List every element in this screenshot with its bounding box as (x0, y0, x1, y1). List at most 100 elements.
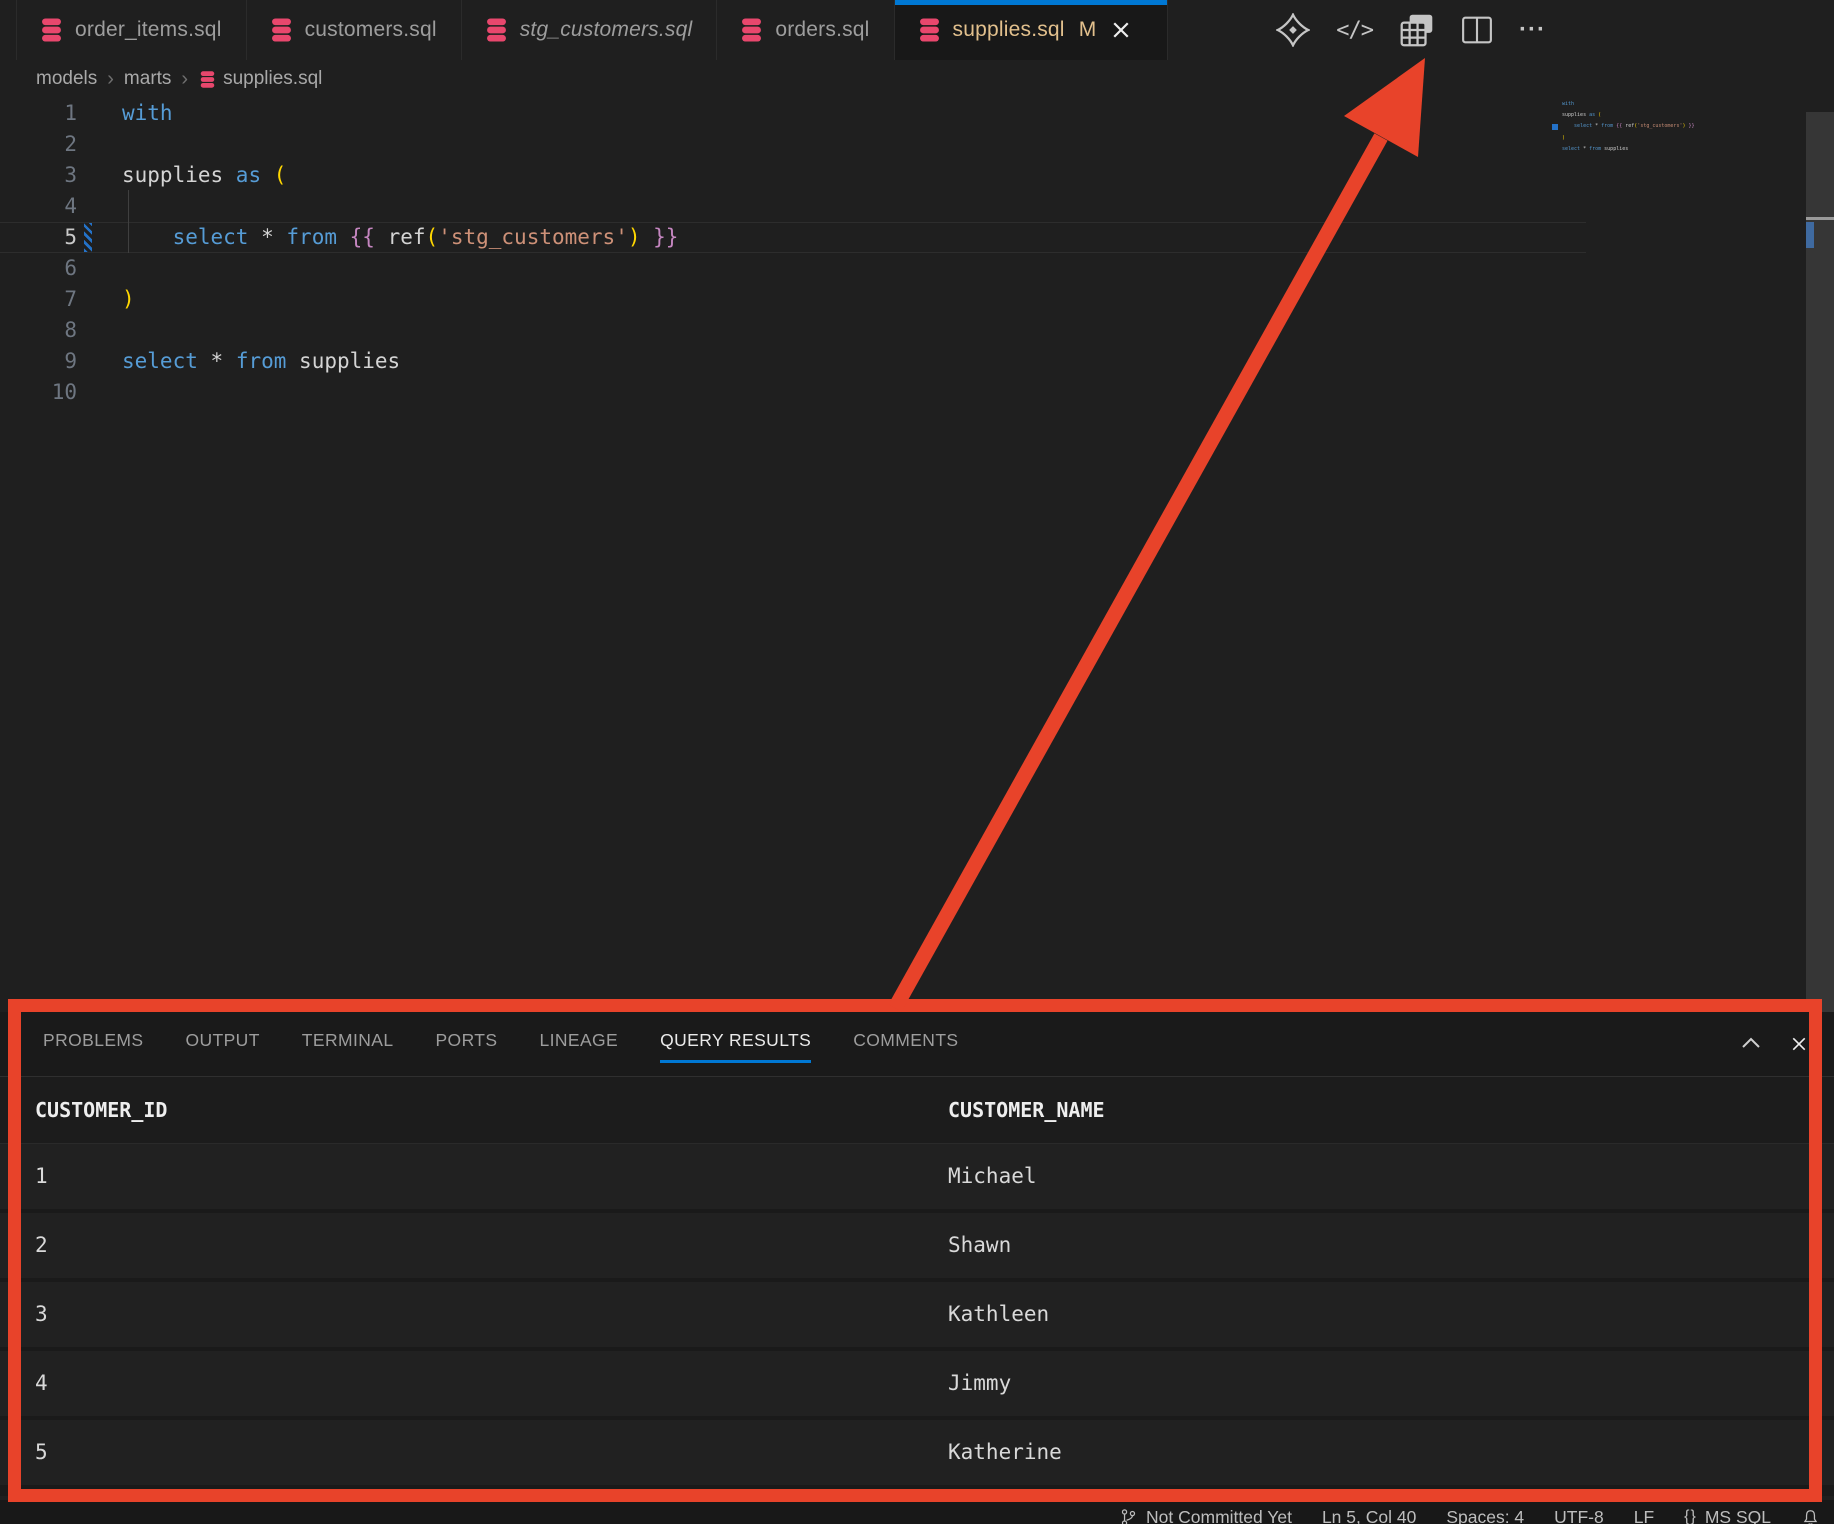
compile-code-icon[interactable]: </> (1336, 18, 1373, 43)
table-cell: 1 (35, 1144, 48, 1209)
ellipsis-glyph: ··· (1519, 25, 1546, 35)
status-items: Not Committed Yet Ln 5, Col 40 Spaces: 4 UT… (1119, 1500, 1820, 1524)
code-token: from (286, 225, 337, 249)
bottom-panel: PROBLEMS OUTPUT TERMINAL PORTS LINEAGE QUERY … (0, 1012, 1834, 1496)
editor-tab-order_items-sql[interactable]: order_items.sql (17, 0, 247, 60)
status-item-ms-sql[interactable]: {}MS SQL (1684, 1507, 1771, 1524)
code-line[interactable]: 10 (0, 377, 1586, 408)
status-label: Spaces: 4 (1446, 1507, 1524, 1524)
minimap-modified-marker (1552, 124, 1558, 130)
panel-tab-output[interactable]: OUTPUT (185, 1030, 259, 1059)
status-item-lf[interactable]: LF (1634, 1507, 1654, 1524)
status-label: MS SQL (1705, 1507, 1771, 1524)
code-line[interactable]: 4 (0, 191, 1586, 222)
panel-tab-ports[interactable]: PORTS (435, 1030, 497, 1059)
more-actions-icon[interactable]: ··· (1519, 25, 1546, 35)
tab-label: customers.sql (305, 18, 437, 42)
code-line[interactable]: 5 select * from {{ ref('stg_customers') … (0, 222, 1586, 253)
dbt-icon[interactable] (1276, 13, 1310, 47)
code-token: supplies (122, 163, 236, 187)
code-line[interactable]: 8 (0, 315, 1586, 346)
database-icon (919, 17, 940, 43)
status-item-spaces-4[interactable]: Spaces: 4 (1446, 1507, 1524, 1524)
panel-tab-terminal[interactable]: TERMINAL (302, 1030, 394, 1059)
column-header: CUSTOMER_NAME (948, 1077, 1105, 1143)
database-icon (41, 17, 62, 43)
table-cell: 2 (35, 1213, 48, 1278)
minimap-line (1562, 152, 1802, 158)
code-text (77, 318, 122, 342)
status-item-bell[interactable] (1801, 1508, 1820, 1524)
database-icon (741, 17, 762, 43)
code-token (375, 225, 388, 249)
code-token (274, 225, 287, 249)
close-tab-button[interactable] (1112, 21, 1143, 39)
editor-tab-customers-sql[interactable]: customers.sql (247, 0, 462, 60)
minimap-token: supplies (1562, 112, 1589, 118)
table-row[interactable]: 2Shawn (0, 1213, 1834, 1278)
close-panel-icon[interactable] (1790, 1035, 1808, 1053)
code-token: from (236, 349, 287, 373)
breadcrumb-item[interactable]: supplies.sql (223, 68, 322, 90)
table-row[interactable]: 4Jimmy (0, 1351, 1834, 1416)
breadcrumb-separator: › (107, 68, 114, 91)
tab-label: order_items.sql (75, 18, 222, 42)
table-cell: 4 (35, 1351, 48, 1416)
indent-guide (128, 190, 129, 253)
gutter-modified-indicator (84, 223, 92, 252)
panel-tab-comments[interactable]: COMMENTS (853, 1030, 958, 1059)
line-number: 4 (0, 191, 77, 222)
code-text: select * from {{ ref('stg_customers') }} (77, 225, 678, 249)
code-editor[interactable]: 1with23supplies as (45 select * from {{ … (0, 98, 1834, 1012)
table-row[interactable]: 3Kathleen (0, 1282, 1834, 1347)
code-lines: 1with23supplies as (45 select * from {{ … (0, 98, 1586, 408)
table-row[interactable]: 5Katherine (0, 1420, 1834, 1485)
breadcrumb-item[interactable]: marts (124, 68, 172, 90)
table-rows: 1Michael2Shawn3Kathleen4Jimmy5Katherine (0, 1144, 1834, 1485)
scrollbar[interactable] (1806, 112, 1834, 1012)
database-icon (271, 17, 292, 43)
minimap[interactable]: withsupplies as ( select * from {{ ref('… (1552, 102, 1802, 158)
panel-tab-row: PROBLEMS OUTPUT TERMINAL PORTS LINEAGE QUERY … (0, 1012, 1834, 1076)
code-line[interactable]: 6 (0, 253, 1586, 284)
code-line[interactable]: 1with (0, 98, 1586, 129)
tab-label: orders.sql (775, 18, 869, 42)
table-header-row: CUSTOMER_IDCUSTOMER_NAME (0, 1076, 1834, 1144)
panel-tabs: PROBLEMS OUTPUT TERMINAL PORTS LINEAGE QUERY … (0, 1030, 959, 1059)
status-item-utf-8[interactable]: UTF-8 (1554, 1507, 1604, 1524)
editor-tab-supplies-sql[interactable]: supplies.sqlM (895, 0, 1169, 60)
panel-tab-problems[interactable]: PROBLEMS (43, 1030, 143, 1059)
panel-tab-lineage[interactable]: LINEAGE (539, 1030, 618, 1059)
status-item-not-committed-yet[interactable]: Not Committed Yet (1119, 1507, 1292, 1524)
code-line[interactable]: 2 (0, 129, 1586, 160)
modified-badge: M (1079, 18, 1097, 42)
editor-tab-orders-sql[interactable]: orders.sql (717, 0, 894, 60)
close-icon[interactable] (1112, 21, 1130, 39)
code-text (77, 256, 122, 280)
minimap-lines: withsupplies as ( select * from {{ ref('… (1562, 102, 1802, 158)
split-editor-icon[interactable] (1461, 14, 1493, 46)
code-line[interactable]: 7) (0, 284, 1586, 315)
query-results-icon[interactable] (1399, 13, 1435, 47)
vscode-window: order_items.sql customers.sql stg_custom… (0, 0, 1834, 1524)
code-line[interactable]: 9select * from supplies (0, 346, 1586, 377)
panel-actions (1740, 1012, 1808, 1076)
breadcrumb-item[interactable]: models (36, 68, 97, 90)
bell-icon[interactable] (1801, 1508, 1820, 1524)
maximize-panel-icon[interactable] (1740, 1033, 1762, 1055)
code-token: }} (653, 225, 678, 249)
code-token: ( (274, 163, 287, 187)
editor-tab-stg_customers-sql[interactable]: stg_customers.sql (462, 0, 718, 60)
code-line[interactable]: 3supplies as ( (0, 160, 1586, 191)
status-item-ln-5-col-40[interactable]: Ln 5, Col 40 (1322, 1507, 1416, 1524)
code-token: * (261, 225, 274, 249)
table-row[interactable]: 1Michael (0, 1144, 1834, 1209)
editor-actions: </> ··· (1276, 0, 1546, 60)
code-token: with (122, 101, 173, 125)
minimap-token: from (1601, 123, 1613, 129)
panel-tab-query-results[interactable]: QUERY RESULTS (660, 1030, 811, 1059)
overview-modified-marker (1806, 222, 1814, 248)
code-text (77, 132, 122, 156)
tab-label: stg_customers.sql (520, 18, 693, 42)
minimap-token: supplies (1601, 146, 1628, 152)
